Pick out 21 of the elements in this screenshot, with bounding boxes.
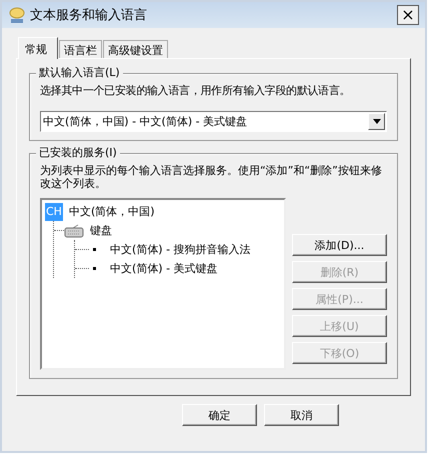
keyboard-icon bbox=[64, 224, 84, 238]
tab[interactable]: 语言栏 bbox=[59, 40, 102, 58]
window-title: 文本服务和输入语言 bbox=[30, 7, 148, 24]
side-button[interactable]: 添加(D)... bbox=[292, 234, 387, 256]
bullet-icon bbox=[93, 248, 96, 251]
language-dropdown[interactable]: 中文(简体，中国) - 中文(简体) - 美式键盘 bbox=[40, 111, 387, 132]
dialog-button[interactable]: 取消 bbox=[264, 404, 339, 426]
tab[interactable]: 常规 bbox=[18, 37, 58, 59]
tab[interactable]: 高级键设置 bbox=[103, 40, 168, 58]
app-icon bbox=[8, 6, 26, 24]
group-title: 已安装的服务(I) bbox=[36, 146, 120, 160]
description-text: 为列表中显示的每个输入语言选择服务。使用“添加”和“删除”按钮来修改这个列表。 bbox=[40, 164, 383, 190]
close-button[interactable]: × bbox=[397, 5, 419, 25]
dialog-button[interactable]: 确定 bbox=[182, 404, 257, 426]
tree-item[interactable]: 中文(简体，中国) bbox=[66, 202, 157, 220]
tree-item[interactable]: 中文(简体) - 搜狗拼音输入法 bbox=[108, 240, 253, 258]
group-title: 默认输入语言(L) bbox=[36, 66, 123, 80]
tree-item[interactable]: 键盘 bbox=[88, 222, 114, 240]
bullet-icon bbox=[93, 267, 96, 270]
description-text: 选择其中一个已安装的输入语言，用作所有输入字段的默认语言。 bbox=[40, 84, 352, 97]
tree-item[interactable]: 中文(简体) - 美式键盘 bbox=[108, 260, 220, 278]
